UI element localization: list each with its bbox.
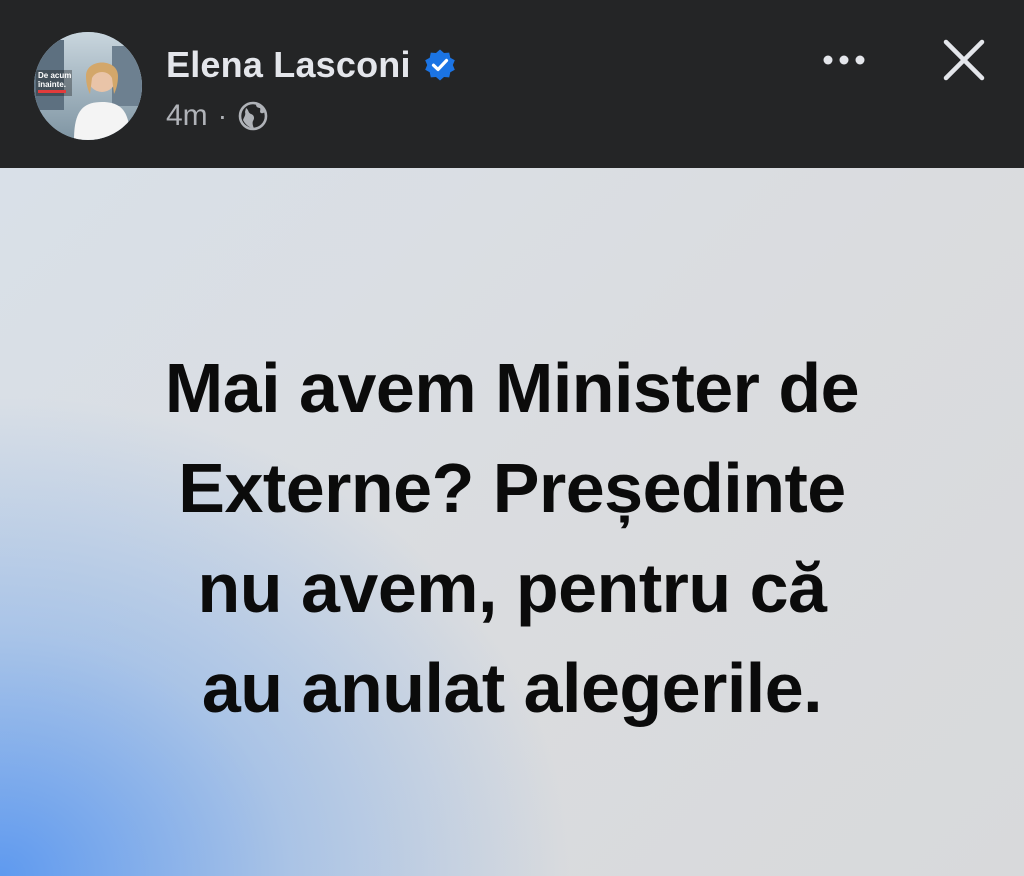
author-row: Elena Lasconi: [166, 40, 457, 90]
more-options-button[interactable]: [812, 40, 876, 80]
close-button[interactable]: [936, 32, 992, 88]
verified-badge-icon: [424, 49, 455, 81]
post-text-line: Externe? Președinte: [178, 449, 846, 527]
post-text-line: Mai avem Minister de: [164, 349, 860, 427]
avatar-caption-1: De acum: [38, 71, 71, 80]
more-options-icon: [823, 55, 865, 65]
avatar-caption-2: înainte.: [37, 80, 66, 89]
post-text-line: au anulat alegerile.: [201, 649, 823, 727]
avatar-image: De acum înainte.: [34, 32, 142, 140]
post-meta: 4m ·: [166, 96, 269, 136]
meta-separator: ·: [217, 100, 228, 131]
post-text-line: nu avem, pentru că: [197, 549, 827, 627]
close-icon: [943, 39, 985, 81]
post-background-card: Mai avem Minister de Externe? Președinte…: [0, 168, 1024, 876]
author-name[interactable]: Elena Lasconi: [166, 44, 411, 86]
post-header: De acum înainte. Elena Lasconi 4m ·: [0, 0, 1024, 168]
globe-icon[interactable]: [237, 100, 269, 132]
avatar[interactable]: De acum înainte.: [34, 32, 142, 140]
timestamp[interactable]: 4m: [166, 99, 208, 133]
post-text: Mai avem Minister de Externe? Președinte…: [60, 338, 964, 738]
